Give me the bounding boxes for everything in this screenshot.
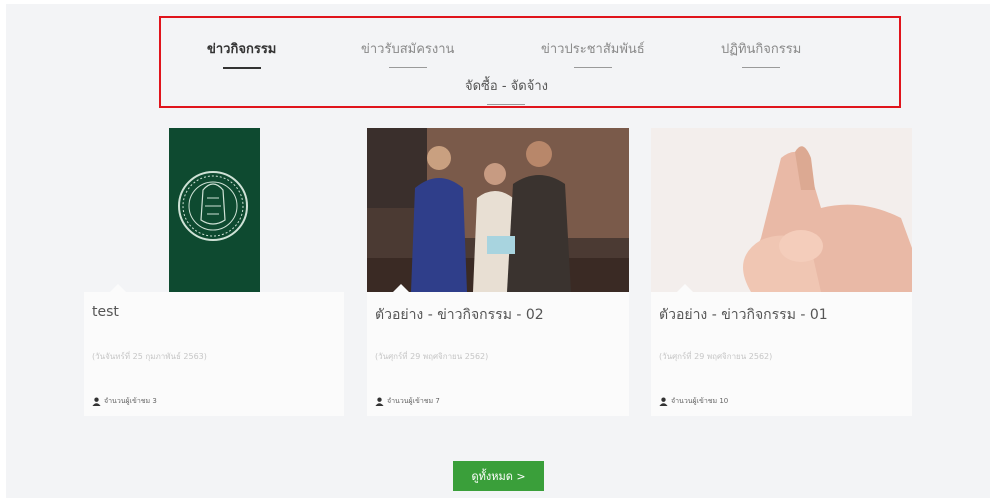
card-title[interactable]: ตัวอย่าง - ข่าวกิจกรรม - 01	[659, 304, 828, 326]
emblem-image	[169, 128, 260, 292]
tab-underline	[573, 67, 612, 68]
tab-underline	[742, 67, 781, 68]
card-body: test (วันจันทร์ที่ 25 กุมภาพันธ์ 2563) จ…	[84, 284, 344, 416]
tab-activity-news[interactable]: ข่าวกิจกรรม	[207, 38, 276, 69]
user-icon	[92, 397, 101, 406]
event-photo	[367, 128, 629, 292]
view-count: จำนวนผู้เข้าชม 7	[375, 396, 440, 407]
tab-job-news[interactable]: ข่าวรับสมัครงาน	[361, 38, 454, 68]
card-date: (วันศุกร์ที่ 29 พฤศจิกายน 2562)	[375, 352, 489, 361]
tab-pr-news[interactable]: ข่าวประชาสัมพันธ์	[541, 38, 645, 68]
user-icon	[659, 397, 668, 406]
tab-label: ปฏิทินกิจกรรม	[721, 42, 802, 57]
view-count: จำนวนผู้เข้าชม 3	[92, 396, 157, 407]
view-count: จำนวนผู้เข้าชม 10	[659, 396, 728, 407]
news-card[interactable]: ตัวอย่าง - ข่าวกิจกรรม - 02 (วันศุกร์ที่…	[367, 128, 629, 416]
tab-procurement[interactable]: จัดซื้อ - จัดจ้าง	[465, 75, 548, 105]
news-section: ข่าวกิจกรรม ข่าวรับสมัครงาน ข่าวประชาสัม…	[6, 4, 990, 498]
baby-hand-photo	[651, 128, 912, 292]
card-title[interactable]: test	[92, 304, 119, 320]
view-all-button[interactable]: ดูทั้งหมด >	[453, 461, 544, 491]
tab-label: จัดซื้อ - จัดจ้าง	[465, 79, 548, 94]
news-card[interactable]: ตัวอย่าง - ข่าวกิจกรรม - 01 (วันศุกร์ที่…	[651, 128, 912, 416]
card-body: ตัวอย่าง - ข่าวกิจกรรม - 02 (วันศุกร์ที่…	[367, 284, 629, 416]
tab-underline	[388, 67, 427, 68]
tab-label: ข่าวรับสมัครงาน	[361, 42, 455, 57]
view-count-text: จำนวนผู้เข้าชม 10	[671, 397, 729, 405]
view-count-text: จำนวนผู้เข้าชม 7	[387, 397, 440, 405]
tab-underline	[487, 104, 526, 105]
card-date: (วันจันทร์ที่ 25 กุมภาพันธ์ 2563)	[92, 352, 207, 361]
card-date: (วันศุกร์ที่ 29 พฤศจิกายน 2562)	[659, 352, 773, 361]
card-title[interactable]: ตัวอย่าง - ข่าวกิจกรรม - 02	[375, 304, 544, 326]
tab-label: ข่าวกิจกรรม	[207, 42, 277, 57]
news-card[interactable]: test (วันจันทร์ที่ 25 กุมภาพันธ์ 2563) จ…	[84, 128, 344, 416]
tab-label: ข่าวประชาสัมพันธ์	[541, 42, 645, 57]
tab-calendar[interactable]: ปฏิทินกิจกรรม	[721, 38, 801, 68]
view-count-text: จำนวนผู้เข้าชม 3	[104, 397, 157, 405]
tab-underline	[222, 67, 261, 69]
user-icon	[375, 397, 384, 406]
card-body: ตัวอย่าง - ข่าวกิจกรรม - 01 (วันศุกร์ที่…	[651, 284, 912, 416]
news-category-tabs: ข่าวกิจกรรม ข่าวรับสมัครงาน ข่าวประชาสัม…	[159, 16, 901, 108]
